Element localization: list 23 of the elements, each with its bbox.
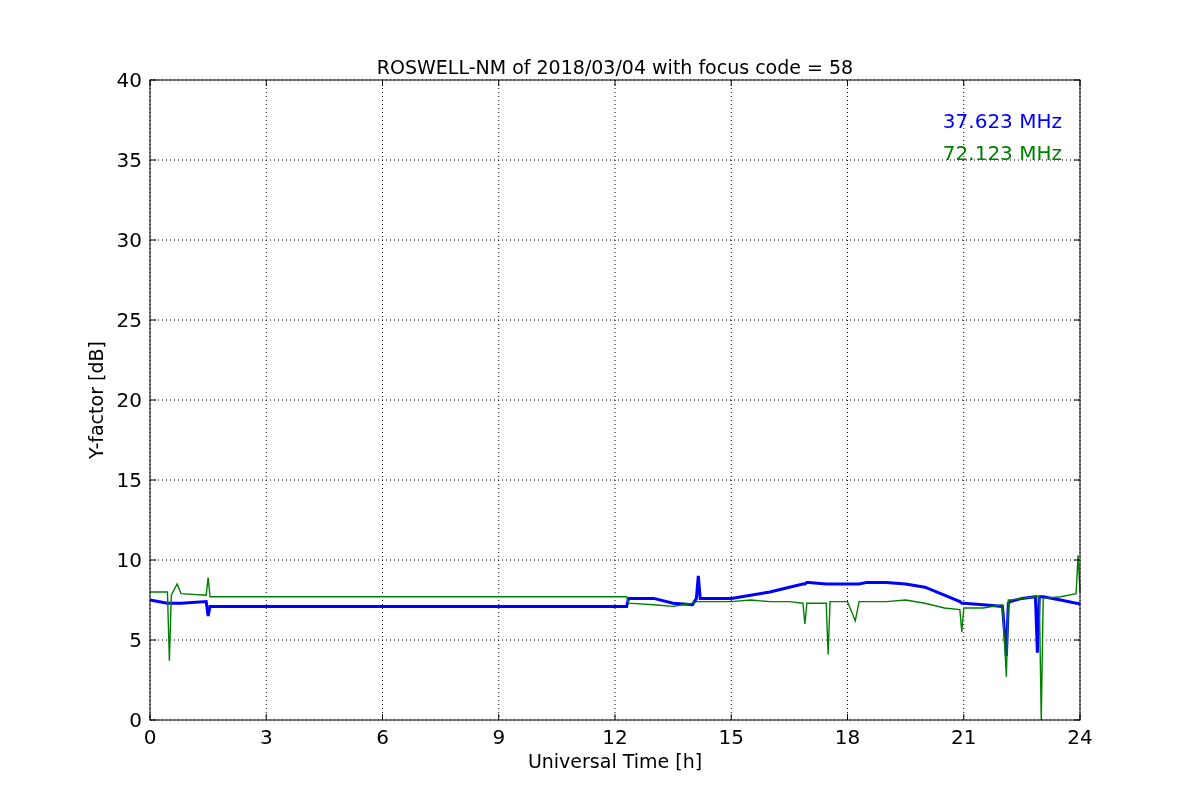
- x-tick-label: 21: [951, 725, 977, 749]
- y-tick-label: 40: [116, 68, 142, 92]
- y-tick-label: 5: [129, 628, 142, 652]
- x-tick-label: 6: [376, 725, 389, 749]
- y-tick-label: 20: [116, 388, 142, 412]
- x-tick-label: 12: [602, 725, 628, 749]
- y-tick-label: 30: [116, 228, 142, 252]
- legend-label: 72.123 MHz: [942, 141, 1062, 165]
- x-tick-label: 0: [143, 725, 157, 749]
- x-tick-label: 15: [718, 725, 744, 749]
- x-tick-label: 24: [1067, 725, 1093, 749]
- y-axis-label: Y-factor [dB]: [85, 341, 107, 459]
- y-tick-label: 0: [129, 708, 142, 732]
- legend-label: 37.623 MHz: [942, 109, 1062, 133]
- x-tick-label: 18: [834, 725, 861, 749]
- y-tick-label: 10: [116, 548, 142, 572]
- x-axis-label: Universal Time [h]: [527, 750, 703, 772]
- chart-title: ROSWELL-NM of 2018/03/04 with focus code = 58: [376, 56, 854, 78]
- y-tick-label: 25: [116, 308, 142, 332]
- y-tick-label: 15: [116, 468, 142, 492]
- x-tick-label: 9: [492, 725, 506, 749]
- y-tick-label: 35: [116, 148, 142, 172]
- x-tick-label: 3: [259, 725, 273, 749]
